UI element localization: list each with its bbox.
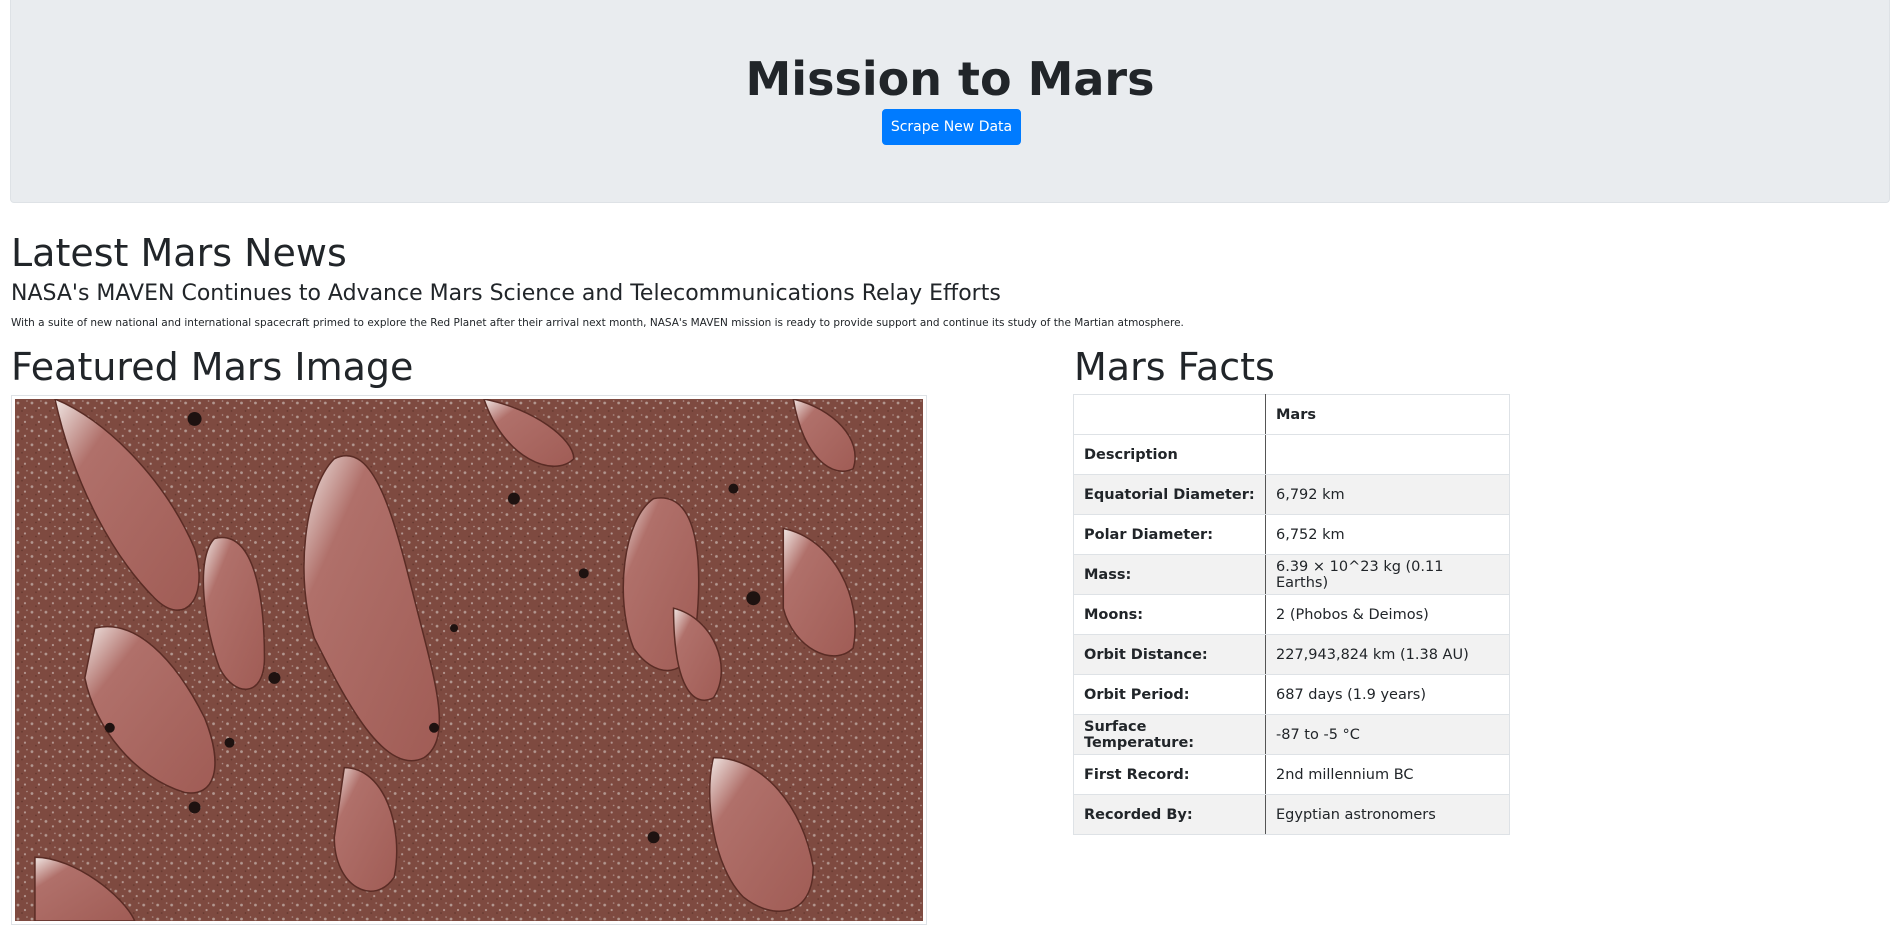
table-row: Recorded By: Egyptian astronomers — [1073, 794, 1510, 835]
news-paragraph: With a suite of new national and interna… — [11, 317, 1184, 329]
table-row: Orbit Period: 687 days (1.9 years) — [1073, 674, 1510, 715]
mars-surface-picture — [15, 399, 923, 921]
table-row: First Record: 2nd millennium BC — [1073, 754, 1510, 795]
fact-label: Mass: — [1073, 554, 1266, 595]
fact-label: Orbit Period: — [1073, 674, 1266, 715]
fact-value: 6,792 km — [1265, 474, 1510, 515]
news-title: NASA's MAVEN Continues to Advance Mars S… — [11, 281, 1001, 306]
table-row: Mass: 6.39 × 10^23 kg (0.11 Earths) — [1073, 554, 1510, 595]
featured-mars-image — [11, 395, 927, 925]
fact-value: -87 to -5 °C — [1265, 714, 1510, 755]
fact-value: 2 (Phobos & Deimos) — [1265, 594, 1510, 635]
table-row: Surface Temperature: -87 to -5 °C — [1073, 714, 1510, 755]
fact-value: Egyptian astronomers — [1265, 794, 1510, 835]
table-row: Polar Diameter: 6,752 km — [1073, 514, 1510, 555]
table-row: Equatorial Diameter: 6,792 km — [1073, 474, 1510, 515]
table-row: Description — [1073, 434, 1510, 475]
jumbotron-header: Mission to Mars Scrape New Data — [10, 0, 1890, 203]
fact-value: 6.39 × 10^23 kg (0.11 Earths) — [1265, 554, 1510, 595]
fact-label: First Record: — [1073, 754, 1266, 795]
fact-value: 6,752 km — [1265, 514, 1510, 555]
fact-label: Surface Temperature: — [1073, 714, 1266, 755]
fact-value: 687 days (1.9 years) — [1265, 674, 1510, 715]
fact-label: Recorded By: — [1073, 794, 1266, 835]
mars-facts-heading: Mars Facts — [1074, 345, 1275, 389]
scrape-new-data-button[interactable]: Scrape New Data — [882, 109, 1021, 145]
fact-value: 2nd millennium BC — [1265, 754, 1510, 795]
fact-label: Polar Diameter: — [1073, 514, 1266, 555]
table-row: Moons: 2 (Phobos & Deimos) — [1073, 594, 1510, 635]
table-header-cell — [1073, 394, 1266, 435]
table-header-row: Mars — [1073, 394, 1510, 435]
mars-facts-table: Mars Description Equatorial Diameter: 6,… — [1073, 394, 1510, 835]
news-section-heading: Latest Mars News — [11, 231, 347, 275]
fact-label: Description — [1073, 434, 1266, 475]
featured-image-heading: Featured Mars Image — [11, 345, 414, 389]
table-header-cell: Mars — [1265, 394, 1510, 435]
page-title: Mission to Mars — [745, 52, 1155, 106]
fact-label: Equatorial Diameter: — [1073, 474, 1266, 515]
fact-value — [1265, 434, 1510, 475]
fact-label: Moons: — [1073, 594, 1266, 635]
fact-value: 227,943,824 km (1.38 AU) — [1265, 634, 1510, 675]
table-row: Orbit Distance: 227,943,824 km (1.38 AU) — [1073, 634, 1510, 675]
fact-label: Orbit Distance: — [1073, 634, 1266, 675]
